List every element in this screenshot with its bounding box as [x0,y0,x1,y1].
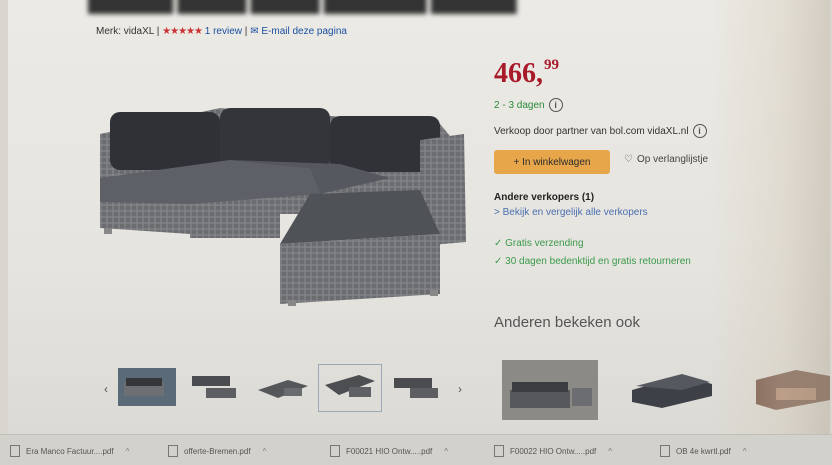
delivery-time: 2 - 3 dagen i [494,98,563,112]
recommendation-image[interactable] [502,360,598,420]
thumbnail-image[interactable] [388,368,446,406]
thumbnail-image-selected[interactable] [318,364,382,412]
download-filename: Era Manco Factuur....pdf [26,446,114,456]
compare-sellers-link[interactable]: > Bekijk en vergelijk alle verkopers [494,207,648,218]
download-filename: OB 4e kwrtl.pdf [676,446,731,456]
chevron-left-icon[interactable]: ‹ [104,382,108,396]
pdf-file-icon [168,445,178,457]
thumbnail-image[interactable] [118,368,176,406]
thumbnail-image[interactable] [254,368,312,406]
review-link[interactable]: 1 review [205,26,242,37]
heart-icon: ♡ [624,154,633,165]
email-page-link[interactable]: E-mail deze pagina [261,26,347,37]
product-image-sofa[interactable] [80,94,480,324]
download-item[interactable]: F00021 HIO Ontw.....pdf ^ [330,445,448,457]
download-filename: F00022 HIO Ontw.....pdf [510,446,597,456]
seller-label[interactable]: Verkoop door partner van bol.com vidaXL.… [494,126,689,137]
download-filename: F00021 HIO Ontw.....pdf [346,446,433,456]
wishlist-button[interactable]: ♡ Op verlanglijstje [624,154,708,165]
download-item[interactable]: F00022 HIO Ontw.....pdf ^ [494,445,612,457]
rating-stars: ★★★★★ [162,26,203,37]
download-item[interactable]: Era Manco Factuur....pdf ^ [10,445,129,457]
recommendation-image[interactable] [622,360,722,420]
add-to-cart-button[interactable]: + In winkelwagen [494,150,610,174]
price: 466,99 [494,56,559,90]
pdf-file-icon [330,445,340,457]
recommendation-image[interactable] [746,360,830,420]
price-cents: 99 [544,56,559,73]
add-to-cart-label: + In winkelwagen [513,156,591,168]
browser-viewport: ▇▇▇▇▇ ▇▇▇▇ ▇▇▇▇ ▇▇▇▇▇▇ ▇▇▇▇▇ Merk: vidaX… [8,0,830,436]
info-icon[interactable]: i [548,98,563,112]
seller-info: Verkoop door partner van bol.com vidaXL.… [494,124,707,138]
also-viewed-heading: Anderen bekeken ook [494,314,640,331]
usp-returns: ✓ 30 dagen bedenktijd en gratis retourne… [494,256,691,267]
download-item[interactable]: offerte-Bremen.pdf ^ [168,445,266,457]
download-item[interactable]: OB 4e kwrtl.pdf ^ [660,445,746,457]
download-bar: Era Manco Factuur....pdf ^ offerte-Breme… [0,434,832,465]
pdf-file-icon [660,445,670,457]
chevron-up-icon[interactable]: ^ [444,447,448,456]
usp-free-shipping: ✓ Gratis verzending [494,238,584,249]
price-main: 466, [494,58,543,89]
chevron-up-icon[interactable]: ^ [608,447,612,456]
chevron-up-icon[interactable]: ^ [743,447,747,456]
pdf-file-icon [10,445,20,457]
info-icon[interactable]: i [692,124,707,138]
chevron-up-icon[interactable]: ^ [126,447,130,456]
thumbnail-image[interactable] [186,368,244,406]
delivery-label: 2 - 3 dagen [494,99,545,111]
wishlist-label: Op verlanglijstje [636,154,709,165]
chevron-right-icon[interactable]: › [458,382,462,396]
brand-link[interactable]: Merk: vidaXL [96,26,154,37]
pdf-file-icon [494,445,504,457]
download-filename: offerte-Bremen.pdf [184,446,251,456]
email-icon: ✉ [250,26,259,37]
product-title-blurred: ▇▇▇▇▇ ▇▇▇▇ ▇▇▇▇ ▇▇▇▇▇▇ ▇▇▇▇▇ [88,0,517,14]
product-meta: Merk: vidaXL | ★★★★★ 1 review | ✉ E-mail… [96,26,347,37]
other-sellers-heading: Andere verkopers (1) [494,192,595,203]
chevron-up-icon[interactable]: ^ [263,447,267,456]
